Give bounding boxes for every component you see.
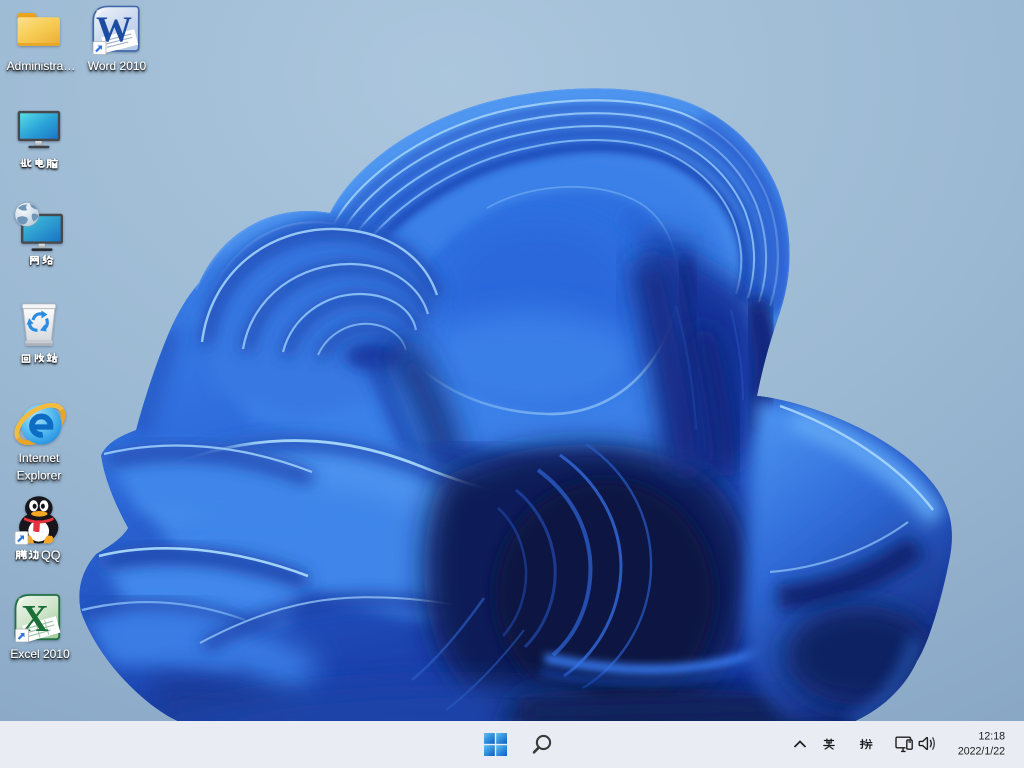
svg-text:Excel 2010: Excel 2010 [10, 647, 70, 661]
svg-text:2022/1/22: 2022/1/22 [958, 746, 1005, 758]
svg-text:Explorer: Explorer [17, 469, 62, 483]
svg-text:Internet: Internet [19, 451, 60, 465]
svg-text:Administra…: Administra… [7, 59, 76, 73]
svg-text:QQ: QQ [41, 549, 61, 563]
svg-text:Word 2010: Word 2010 [88, 59, 147, 73]
svg-text:12:18: 12:18 [978, 731, 1005, 743]
